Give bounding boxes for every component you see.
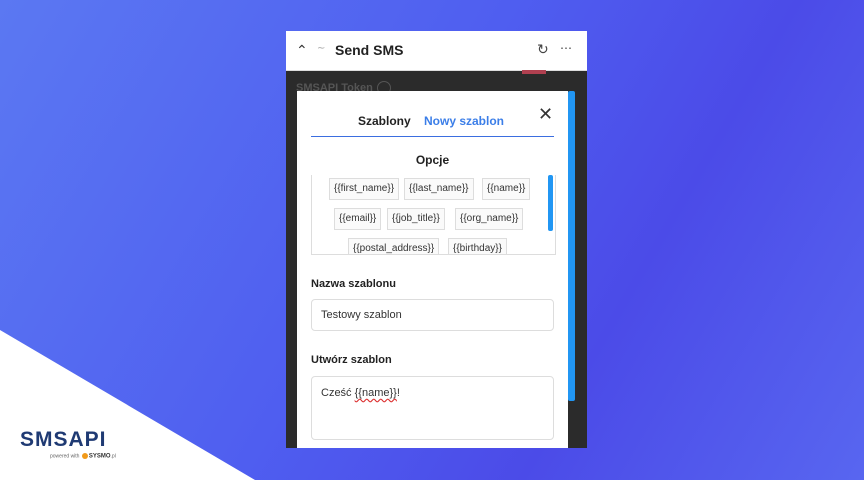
panel-title: Send SMS xyxy=(335,42,404,58)
close-icon[interactable]: ✕ xyxy=(538,104,553,125)
option-chip-name[interactable]: {{name}} xyxy=(482,178,531,200)
logo-text: SMSAPI xyxy=(20,428,107,451)
panel-header: ⌃ ∼ Send SMS ↻ ⋯ xyxy=(286,31,587,71)
options-scrollbar[interactable] xyxy=(548,175,553,231)
option-chip-postal-address[interactable]: {{postal_address}} xyxy=(348,238,440,254)
send-sms-panel: ⌃ ∼ Send SMS ↻ ⋯ SMSAPI Token Szablony N… xyxy=(286,31,587,448)
more-options-icon[interactable]: ⋯ xyxy=(560,41,573,55)
logo-subtitle: powered with SYSMO.pl xyxy=(50,453,116,459)
options-title: Opcje xyxy=(415,153,450,167)
template-body-label: Utwórz szablon xyxy=(311,354,392,366)
option-chip-email[interactable]: {{email}} xyxy=(334,208,382,230)
options-list: {{first_name}} {{last_name}} {{name}} {{… xyxy=(311,175,556,255)
option-chip-org-name[interactable]: {{org_name}} xyxy=(455,208,524,230)
modal-tabs: Szablony Nowy szablon xyxy=(311,112,554,137)
powered-by-text: powered with xyxy=(50,453,80,460)
smsapi-logo: SMSAPI powered with SYSMO.pl xyxy=(20,428,140,468)
partner-suffix: .pl xyxy=(110,453,116,460)
template-body-token: {{name}} xyxy=(354,387,397,399)
template-name-label: Nazwa szablonu xyxy=(311,278,396,290)
templates-modal: Szablony Nowy szablon ✕ Opcje {{first_na… xyxy=(297,91,568,448)
option-chip-last-name[interactable]: {{last_name}} xyxy=(404,178,474,200)
modal-scrollbar[interactable] xyxy=(568,91,575,401)
background-accent xyxy=(522,70,546,74)
template-body-suffix: ! xyxy=(396,387,400,399)
template-body-textarea[interactable]: Cześć {{name}}! xyxy=(311,376,554,440)
refresh-icon[interactable]: ↻ xyxy=(537,41,549,58)
partner-name: SYSMO xyxy=(88,453,111,460)
tab-szablony[interactable]: Szablony xyxy=(358,114,411,128)
collapse-chevron-icon[interactable]: ⌃ xyxy=(296,42,308,59)
tab-nowy-szablon[interactable]: Nowy szablon xyxy=(424,114,504,128)
sysmo-dot-icon xyxy=(81,453,88,459)
option-chip-job-title[interactable]: {{job_title}} xyxy=(387,208,445,230)
drag-handle-icon: ∼ xyxy=(317,43,326,54)
option-chip-birthday[interactable]: {{birthday}} xyxy=(448,238,507,254)
template-body-prefix: Cześć xyxy=(321,387,355,399)
template-name-input[interactable]: Testowy szablon xyxy=(311,299,554,331)
option-chip-first-name[interactable]: {{first_name}} xyxy=(329,178,400,200)
